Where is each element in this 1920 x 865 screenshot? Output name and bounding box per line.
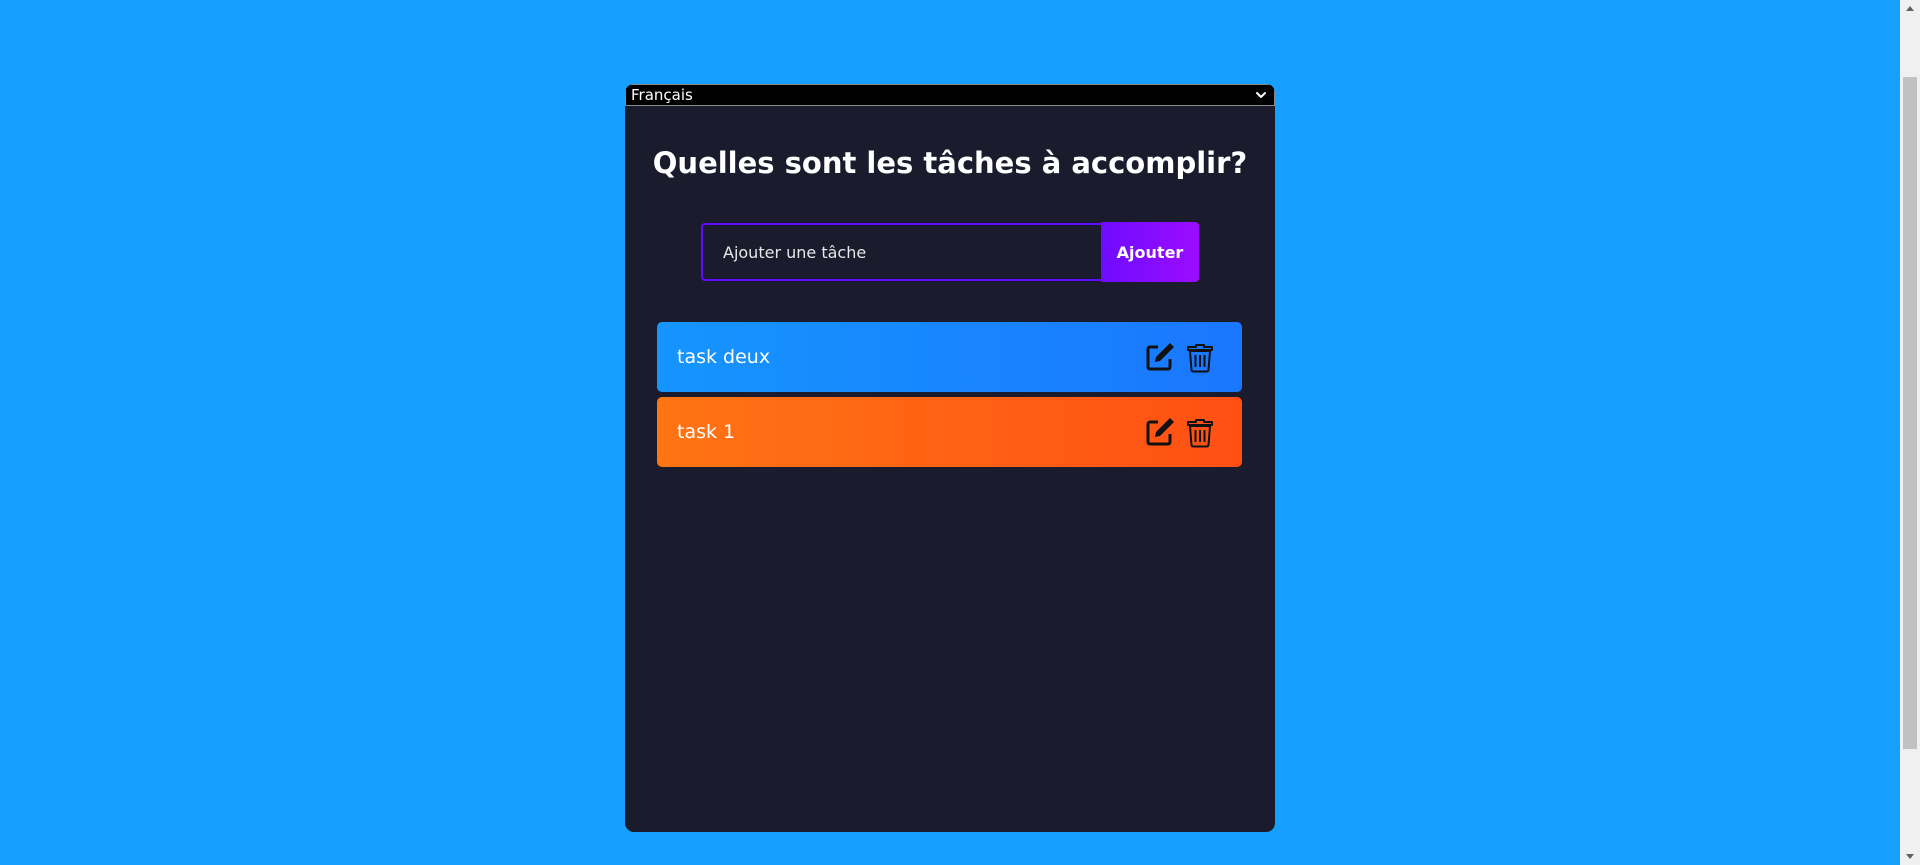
edit-icon[interactable] xyxy=(1144,341,1176,373)
trash-icon[interactable] xyxy=(1184,416,1216,448)
language-select[interactable]: Français xyxy=(625,84,1275,106)
todo-form: Ajouter xyxy=(701,222,1199,282)
trash-icon[interactable] xyxy=(1184,341,1216,373)
page: Français Quelles sont les tâches à accom… xyxy=(0,0,1920,865)
caret-down-icon xyxy=(1906,854,1914,859)
todo-actions xyxy=(1144,416,1216,448)
todo-text[interactable]: task 1 xyxy=(677,421,1144,443)
scroll-down-arrow[interactable] xyxy=(1900,848,1920,865)
caret-up-icon xyxy=(1906,6,1914,11)
add-todo-button[interactable]: Ajouter xyxy=(1101,222,1199,282)
scroll-up-arrow[interactable] xyxy=(1900,0,1920,17)
scrollbar-thumb[interactable] xyxy=(1903,77,1917,749)
edit-icon[interactable] xyxy=(1144,416,1176,448)
language-select-value: Français xyxy=(631,86,693,104)
todo-actions xyxy=(1144,341,1216,373)
todo-text[interactable]: task deux xyxy=(677,346,1144,368)
vertical-scrollbar[interactable] xyxy=(1900,0,1920,865)
todo-input[interactable] xyxy=(701,223,1101,281)
todo-row: task 1 xyxy=(657,397,1242,467)
page-title: Quelles sont les tâches à accomplir? xyxy=(652,146,1248,180)
todo-row: task deux xyxy=(657,322,1242,392)
chevron-down-icon xyxy=(1256,92,1266,98)
todo-app: Français Quelles sont les tâches à accom… xyxy=(625,84,1275,832)
